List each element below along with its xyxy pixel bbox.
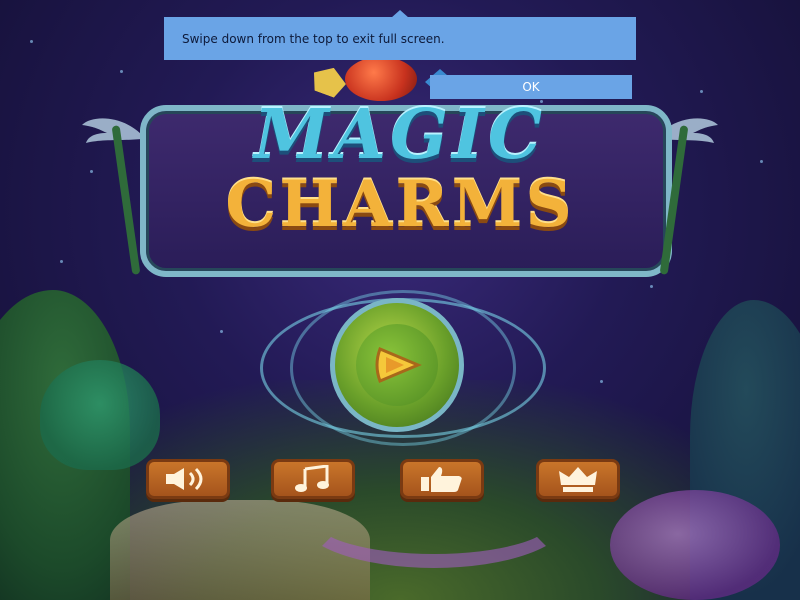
sound-button[interactable] xyxy=(146,459,230,499)
play-button[interactable] xyxy=(330,298,464,432)
play-icon xyxy=(375,347,422,383)
potion-bottle-decoration xyxy=(610,490,780,600)
ok-button[interactable]: OK xyxy=(430,75,632,99)
music-note-icon xyxy=(295,465,329,492)
game-logo: MAGIC CHARMS xyxy=(82,57,718,277)
logo-title-magic: MAGIC xyxy=(253,95,547,175)
play-area xyxy=(260,290,546,446)
leaderboard-button[interactable] xyxy=(536,459,620,499)
crown-icon xyxy=(559,467,597,492)
logo-title-charms: CHARMS xyxy=(225,167,575,242)
speaker-icon xyxy=(166,467,203,491)
like-button[interactable] xyxy=(400,459,484,499)
toast-message: Swipe down from the top to exit full scr… xyxy=(182,31,445,46)
mushroom-decoration xyxy=(40,360,160,470)
fullscreen-toast: Swipe down from the top to exit full scr… xyxy=(164,17,636,60)
thumbs-up-icon xyxy=(421,467,462,492)
music-button[interactable] xyxy=(271,459,355,499)
play-inner-disc xyxy=(356,324,438,406)
